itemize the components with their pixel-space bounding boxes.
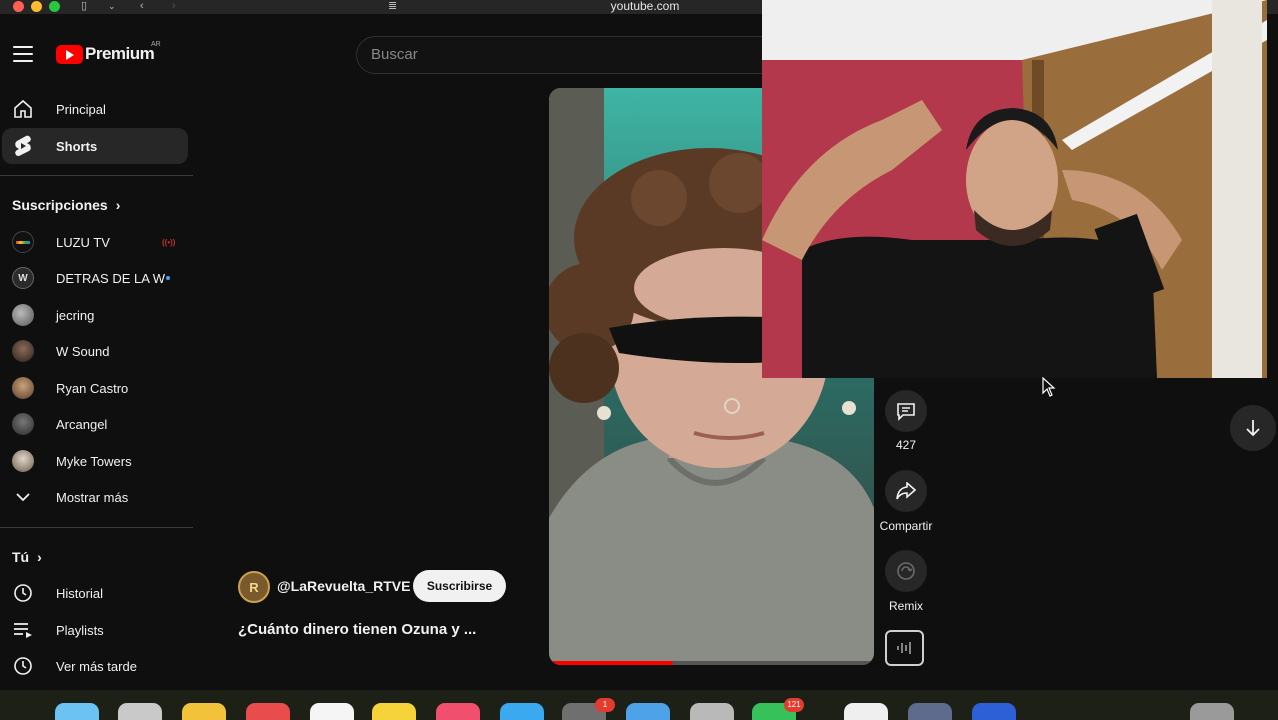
notification-badge: 1 [595, 698, 615, 712]
clock-icon [12, 655, 34, 677]
share-icon [896, 482, 916, 500]
channel-avatar [12, 340, 34, 362]
channel-avatar [12, 304, 34, 326]
sidebar-divider [0, 527, 193, 528]
play-logo-icon [56, 44, 83, 64]
launchpad-icon[interactable] [118, 703, 162, 720]
zoom-icon[interactable] [972, 703, 1016, 720]
sidebar-item-shorts[interactable]: Shorts [2, 128, 188, 164]
notification-badge: 121 [784, 698, 804, 712]
channel-handle[interactable]: @LaRevuelta_RTVE [277, 578, 410, 594]
sidebar-toggle-icon[interactable]: ▯ [81, 0, 87, 12]
channel-avatar [12, 413, 34, 435]
notes-icon[interactable] [372, 703, 416, 720]
search-input[interactable]: Buscar [356, 36, 776, 74]
channel-avatar: W [12, 267, 34, 289]
sidebar-item-historial[interactable]: Historial [0, 575, 186, 611]
sidebar-item-detras-de-la-w[interactable]: W DETRAS DE LA W [0, 260, 186, 296]
new-content-dot [166, 276, 170, 280]
trash-icon[interactable] [1190, 703, 1234, 720]
back-arrow-icon[interactable]: ‹ [140, 0, 144, 12]
calendar-icon[interactable] [246, 703, 290, 720]
remix-icon [897, 562, 915, 580]
remix-label: Remix [888, 599, 923, 613]
channel-avatar [12, 377, 34, 399]
photos-icon[interactable] [690, 703, 734, 720]
mouse-cursor-icon [1042, 377, 1056, 397]
music-icon[interactable] [436, 703, 480, 720]
address-bar[interactable]: youtube.com [560, 0, 730, 13]
comments-button[interactable] [885, 390, 927, 432]
webcam-frame [762, 0, 1267, 378]
webcam-overlay [762, 0, 1267, 378]
chrome-icon[interactable] [182, 703, 226, 720]
channel-avatar [12, 450, 34, 472]
show-more-button[interactable]: Mostrar más [0, 479, 186, 515]
sidebar-item-w-sound[interactable]: W Sound [0, 333, 186, 369]
short-progress-bar[interactable] [549, 661, 673, 665]
zoom-window-button[interactable] [49, 1, 60, 12]
sidebar-item-principal[interactable]: Principal [0, 91, 186, 127]
forward-arrow-icon[interactable]: › [172, 0, 176, 12]
textedit-icon[interactable] [844, 703, 888, 720]
subscriptions-header[interactable]: Suscripciones › [12, 197, 120, 213]
sidebar-item-myke-towers[interactable]: Myke Towers [0, 443, 186, 479]
sidebar-item-luzu-tv[interactable]: LUZU TV ((•)) [0, 224, 186, 260]
playlist-icon [12, 619, 34, 641]
sidebar-item-jecring[interactable]: jecring [0, 297, 186, 333]
share-button[interactable] [885, 470, 927, 512]
close-window-button[interactable] [13, 1, 24, 12]
macos-dock: 1 121 [0, 690, 1278, 720]
short-title[interactable]: ¿Cuánto dinero tienen Ozuna y ... [238, 621, 476, 638]
sidebar-item-ver-mas-tarde[interactable]: Ver más tarde [0, 648, 186, 684]
minimize-window-button[interactable] [31, 1, 42, 12]
share-label: Compartir [879, 519, 933, 533]
arrow-down-icon [1246, 420, 1260, 437]
next-short-button[interactable] [1230, 405, 1276, 451]
reminders-icon[interactable] [310, 703, 354, 720]
chevron-right-icon: › [37, 549, 42, 565]
live-indicator-icon: ((•)) [162, 237, 176, 247]
safari-icon[interactable] [626, 703, 670, 720]
region-code: AR [151, 41, 161, 48]
comment-icon [897, 403, 915, 421]
channel-avatar-larevuelta[interactable]: R [238, 571, 270, 603]
chevron-down-icon [12, 486, 34, 508]
appstore-icon[interactable] [500, 703, 544, 720]
menu-icon[interactable] [13, 46, 33, 62]
audio-wave-icon [896, 642, 911, 654]
audio-track-button[interactable] [885, 630, 924, 666]
shorts-icon [12, 135, 34, 157]
page-icon: ≣ [388, 0, 398, 12]
comments-count: 427 [895, 438, 917, 452]
you-section-header[interactable]: Tú › [12, 549, 42, 565]
finder-icon[interactable] [55, 703, 99, 720]
chevron-right-icon: › [115, 197, 121, 213]
remix-button[interactable] [885, 550, 927, 592]
home-icon [12, 98, 34, 120]
chevron-down-icon[interactable]: ⌄ [108, 0, 116, 12]
sidebar-item-ryan-castro[interactable]: Ryan Castro [0, 370, 186, 406]
sidebar-item-playlists[interactable]: Playlists [0, 612, 186, 648]
history-icon [12, 582, 34, 604]
sidebar-divider [0, 175, 193, 176]
channel-avatar [12, 231, 34, 253]
preview-icon[interactable] [908, 703, 952, 720]
subscribe-button[interactable]: Suscribirse [413, 570, 506, 602]
screen: ▯ ⌄ ‹ › ≣ youtube.com Premium AR Buscar … [0, 0, 1278, 720]
sidebar-item-arcangel[interactable]: Arcangel [0, 406, 186, 442]
youtube-logo[interactable]: Premium [56, 44, 155, 64]
